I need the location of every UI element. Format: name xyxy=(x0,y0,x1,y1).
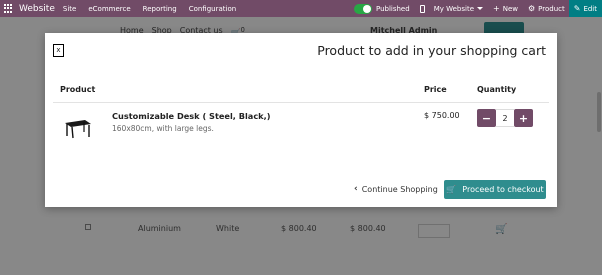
website-switcher[interactable]: My Website xyxy=(434,5,483,13)
edit-button[interactable]: ✎ Edit xyxy=(568,0,602,17)
header-divider xyxy=(53,102,549,103)
published-label: Published xyxy=(375,4,410,13)
edit-label: Edit xyxy=(583,4,597,13)
menu-configuration[interactable]: Configuration xyxy=(189,5,236,13)
menu-site[interactable]: Site xyxy=(63,5,76,13)
header-quantity: Quantity xyxy=(477,85,517,94)
quantity-stepper: − 2 + xyxy=(477,109,533,127)
new-button[interactable]: New xyxy=(503,5,518,13)
desk-product-image xyxy=(65,120,91,139)
apps-grid-icon[interactable] xyxy=(4,3,14,14)
product-name: Customizable Desk ( Steel, Black,) xyxy=(112,111,271,121)
top-bar: Website Site eCommerce Reporting Configu… xyxy=(0,0,602,17)
menu-ecommerce[interactable]: eCommerce xyxy=(88,5,130,13)
cart-icon: 🛒 xyxy=(446,185,457,194)
checkout-label: Proceed to checkout xyxy=(462,185,544,194)
add-to-cart-modal: x Product to add in your shopping cart P… xyxy=(45,33,557,207)
mobile-preview-icon[interactable] xyxy=(419,4,425,13)
modal-title: Product to add in your shopping cart xyxy=(317,43,546,58)
plus-icon: + xyxy=(493,4,500,13)
chevron-left-icon: ‹ xyxy=(354,184,358,194)
header-price: Price xyxy=(424,85,447,94)
continue-shopping-button[interactable]: ‹ Continue Shopping xyxy=(354,184,438,194)
close-button[interactable]: x xyxy=(53,44,64,57)
decrease-quantity-button[interactable]: − xyxy=(477,109,496,127)
pencil-icon: ✎ xyxy=(573,4,581,13)
gear-icon: ⚙ xyxy=(527,4,536,13)
top-bar-right: Published My Website + New ⚙ Product ✎ Ed… xyxy=(353,0,602,17)
product-description: 160x80cm, with large legs. xyxy=(112,124,214,133)
product-button[interactable]: Product xyxy=(538,5,565,13)
continue-shopping-label: Continue Shopping xyxy=(361,184,438,194)
increase-quantity-button[interactable]: + xyxy=(514,109,533,127)
header-product: Product xyxy=(60,85,96,94)
published-toggle[interactable] xyxy=(353,3,372,14)
quantity-input[interactable]: 2 xyxy=(496,109,514,127)
menu-reporting[interactable]: Reporting xyxy=(143,5,177,13)
website-switcher-label: My Website xyxy=(433,4,474,13)
chevron-down-icon xyxy=(477,7,483,10)
app-title[interactable]: Website xyxy=(19,4,55,14)
product-price: $ 750.00 xyxy=(424,111,460,120)
proceed-to-checkout-button[interactable]: 🛒 Proceed to checkout xyxy=(444,180,546,199)
